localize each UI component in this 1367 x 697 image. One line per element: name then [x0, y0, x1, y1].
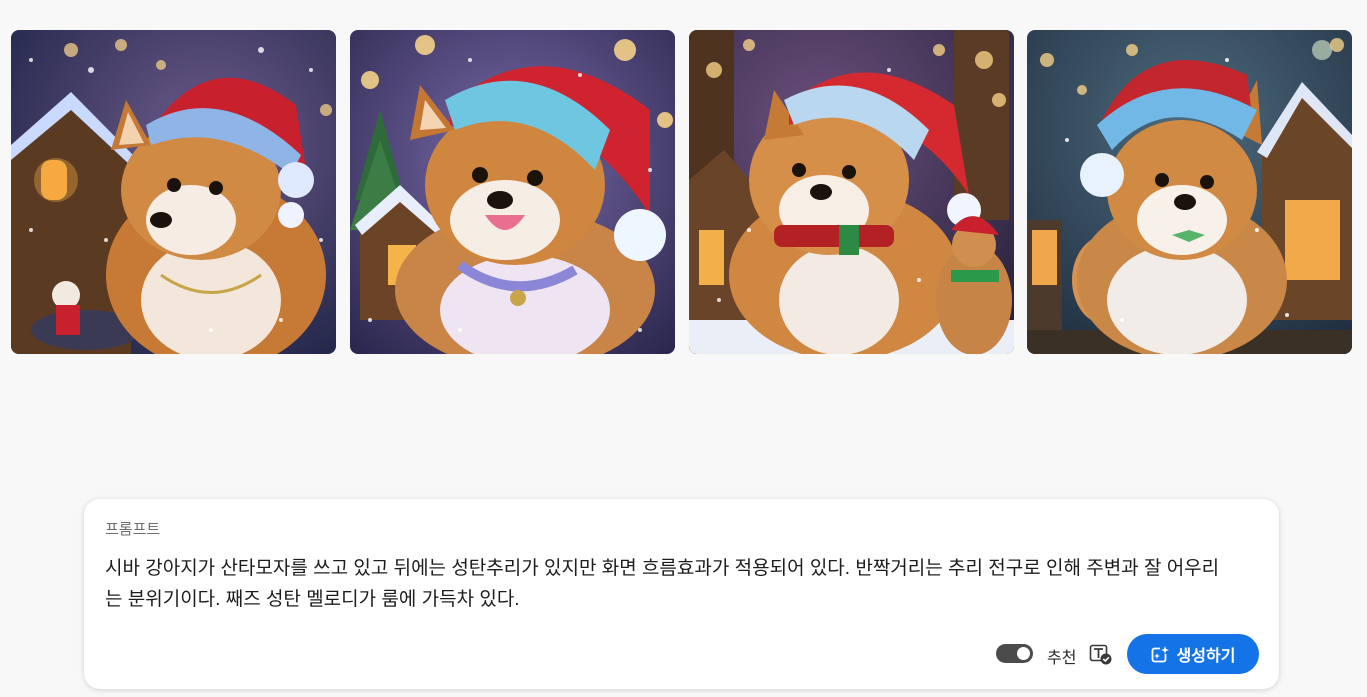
- toggle-knob: [1017, 647, 1030, 660]
- generated-image-3[interactable]: [689, 30, 1014, 354]
- generated-image-1[interactable]: [11, 30, 336, 354]
- shiba-santa-illustration: [11, 30, 336, 354]
- generated-image-2[interactable]: [350, 30, 675, 354]
- generate-sparkle-icon: [1151, 644, 1170, 662]
- shiba-santa-illustration: [1027, 30, 1352, 354]
- recommend-label: 추천: [1047, 650, 1077, 667]
- prompt-label: 프롬프트: [105, 521, 161, 538]
- prompt-text[interactable]: 시바 강아지가 산타모자를 쓰고 있고 뒤에는 성탄추리가 있지만 화면 흐름효…: [105, 553, 1235, 615]
- generated-image-4[interactable]: [1027, 30, 1352, 354]
- generate-button[interactable]: 생성하기: [1127, 634, 1259, 674]
- image-gallery: [11, 30, 1352, 354]
- recommend-toggle[interactable]: [996, 644, 1033, 663]
- text-check-icon[interactable]: [1089, 644, 1112, 665]
- prompt-panel: 프롬프트 시바 강아지가 산타모자를 쓰고 있고 뒤에는 성탄추리가 있지만 화…: [84, 499, 1279, 689]
- shiba-santa-illustration: [350, 30, 675, 354]
- generate-label: 생성하기: [1176, 648, 1236, 665]
- shiba-santa-illustration: [689, 30, 1014, 354]
